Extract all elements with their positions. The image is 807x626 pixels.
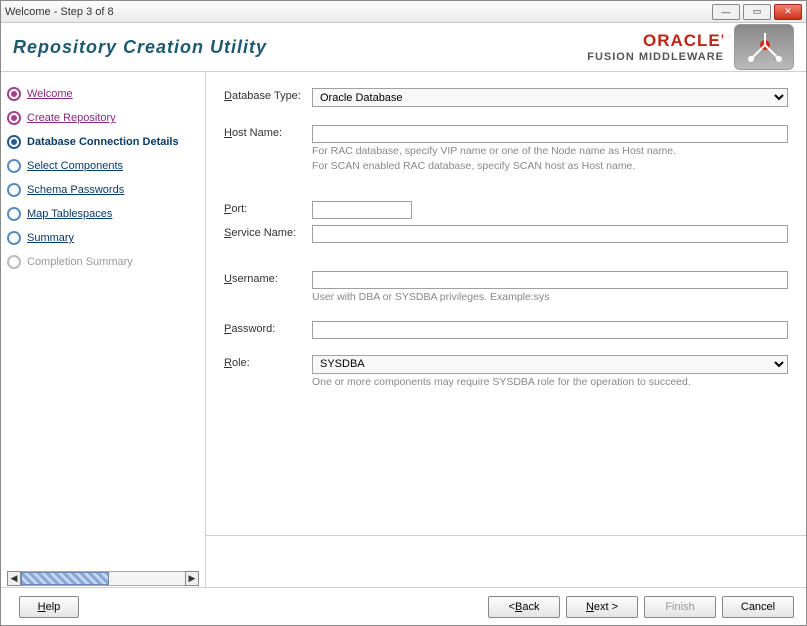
step-6[interactable]: Summary [7, 226, 199, 250]
main: Welcome Create Repository Database Connect… [1, 71, 806, 587]
step-label[interactable]: Schema Passwords [27, 184, 124, 196]
host-input[interactable] [312, 125, 788, 143]
step-label: Completion Summary [27, 256, 133, 268]
step-label[interactable]: Create Repository [27, 112, 116, 124]
port-label: Port: [224, 201, 312, 215]
close-button[interactable]: ✕ [774, 4, 802, 20]
log-panel [206, 535, 806, 587]
step-bullet-icon [7, 207, 21, 221]
steps-list: Welcome Create Repository Database Connect… [7, 82, 199, 274]
brand-icon [734, 24, 794, 70]
step-bullet-icon [7, 159, 21, 173]
step-label[interactable]: Welcome [27, 88, 73, 100]
back-button[interactable]: < Back [488, 596, 560, 618]
minimize-button[interactable]: — [712, 4, 740, 20]
step-bullet-icon [7, 111, 21, 125]
brand: ORACLE' FUSION MIDDLEWARE [587, 31, 724, 63]
maximize-button[interactable]: ▭ [743, 4, 771, 20]
step-label[interactable]: Summary [27, 232, 74, 244]
service-input[interactable] [312, 225, 788, 243]
port-input[interactable] [312, 201, 412, 219]
window-title: Welcome - Step 3 of 8 [5, 6, 709, 18]
header: Repository Creation Utility ORACLE' FUSI… [1, 23, 806, 71]
host-hint-2: For SCAN enabled RAC database, specify S… [312, 159, 788, 173]
db-type-label: Database Type: [224, 88, 312, 102]
step-bullet-icon [7, 231, 21, 245]
host-label: Host Name: [224, 125, 312, 139]
step-4[interactable]: Schema Passwords [7, 178, 199, 202]
db-type-select[interactable]: Oracle Database [312, 88, 788, 107]
sidebar-scrollbar: ◀ ▶ [7, 569, 199, 587]
role-select[interactable]: SYSDBA [312, 355, 788, 374]
scroll-track[interactable] [21, 571, 185, 586]
role-hint: One or more components may require SYSDB… [312, 375, 788, 389]
step-2[interactable]: Database Connection Details [7, 130, 199, 154]
page-title: Repository Creation Utility [13, 37, 587, 58]
app-window: Welcome - Step 3 of 8 — ▭ ✕ Repository C… [0, 0, 807, 626]
content: Database Type: Oracle Database Host Name… [205, 71, 806, 587]
step-label[interactable]: Database Connection Details [27, 136, 179, 148]
step-bullet-icon [7, 183, 21, 197]
host-hint-1: For RAC database, specify VIP name or on… [312, 144, 788, 158]
password-input[interactable] [312, 321, 788, 339]
scroll-right-button[interactable]: ▶ [185, 571, 199, 586]
finish-button[interactable]: Finish [644, 596, 716, 618]
step-label[interactable]: Map Tablespaces [27, 208, 112, 220]
step-label[interactable]: Select Components [27, 160, 123, 172]
step-1[interactable]: Create Repository [7, 106, 199, 130]
cancel-button[interactable]: Cancel [722, 596, 794, 618]
scroll-thumb[interactable] [21, 572, 109, 585]
scroll-left-button[interactable]: ◀ [7, 571, 21, 586]
sidebar: Welcome Create Repository Database Connect… [1, 71, 205, 587]
service-label: Service Name: [224, 225, 312, 239]
step-7: Completion Summary [7, 250, 199, 274]
brand-name: ORACLE [643, 31, 721, 50]
username-label: Username: [224, 271, 312, 285]
username-input[interactable] [312, 271, 788, 289]
titlebar: Welcome - Step 3 of 8 — ▭ ✕ [1, 1, 806, 23]
step-bullet-icon [7, 135, 21, 149]
form: Database Type: Oracle Database Host Name… [224, 88, 788, 535]
step-bullet-icon [7, 87, 21, 101]
help-button[interactable]: Help [19, 596, 79, 618]
role-label: Role: [224, 355, 312, 369]
brand-subtitle: FUSION MIDDLEWARE [587, 51, 724, 63]
next-button[interactable]: Next > [566, 596, 638, 618]
username-hint: User with DBA or SYSDBA privileges. Exam… [312, 290, 788, 304]
footer: Help < Back Next > Finish Cancel [1, 587, 806, 625]
step-bullet-icon [7, 255, 21, 269]
password-label: Password: [224, 321, 312, 335]
step-5[interactable]: Map Tablespaces [7, 202, 199, 226]
step-3[interactable]: Select Components [7, 154, 199, 178]
step-0[interactable]: Welcome [7, 82, 199, 106]
